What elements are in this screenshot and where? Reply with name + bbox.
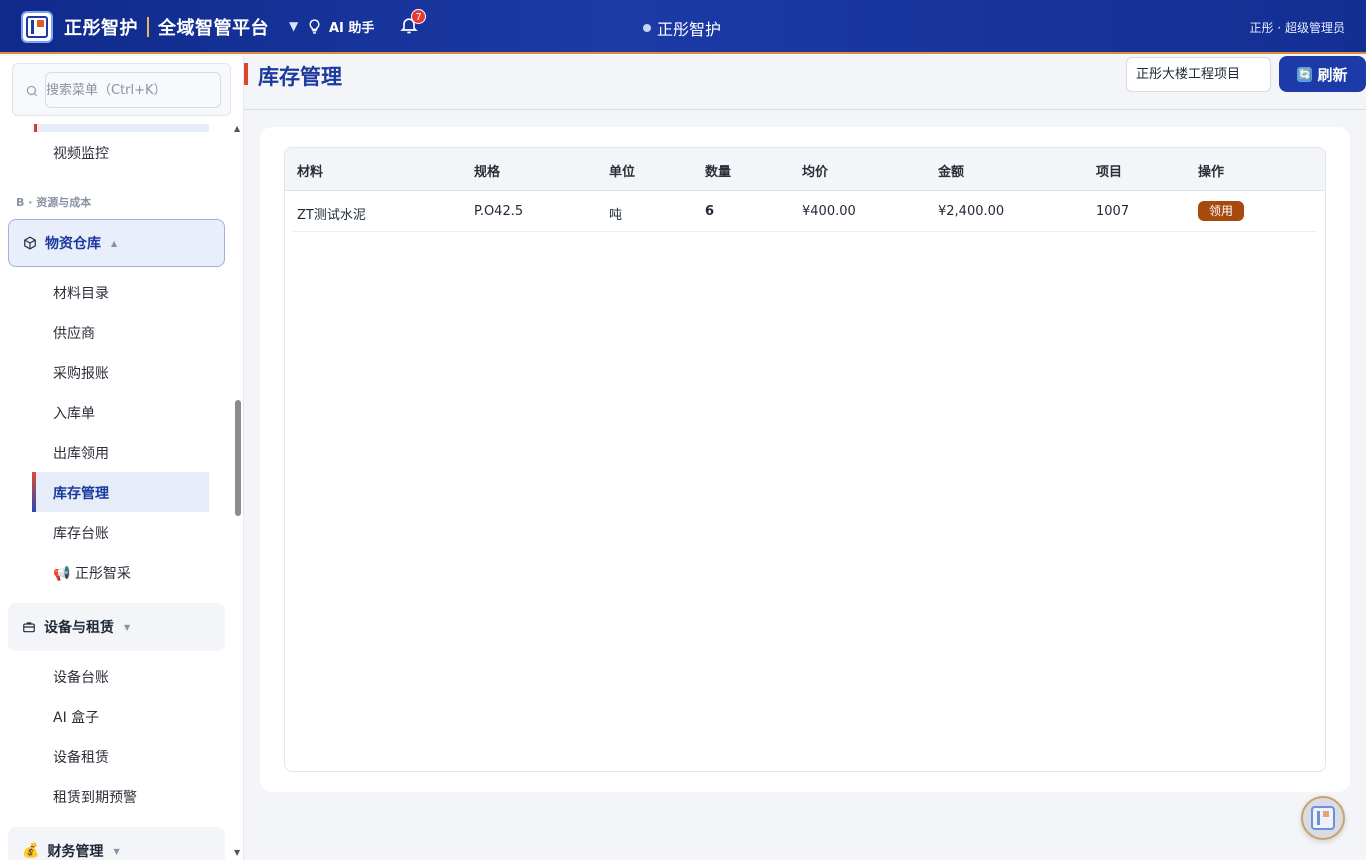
sidebar-item-partial[interactable] [34,124,209,132]
sidebar: 视频监控 B · 资源与成本 物资仓库 ▲ 材料目录 供应商 采购报账 入库单 … [0,56,244,860]
table-row[interactable]: ZT测试水泥 P.O42.5 吨 6 ¥400.00 ¥2,400.00 100… [293,191,1317,232]
inventory-card: 材料 规格 单位 数量 均价 金额 项目 操作 ZT测试水泥 P.O42.5 吨… [260,127,1350,792]
ai-assistant-button[interactable]: AI 助手 [306,17,374,36]
lightbulb-icon [309,19,320,34]
chevron-down-icon: ▼ [113,846,120,856]
sidebar-item-suppliers[interactable]: 供应商 [53,323,95,343]
brand-name: 正彤智护 [64,18,138,39]
group-label: 设备与租赁 [44,620,114,636]
sidebar-scrollbar[interactable]: ▲ ▼ [234,118,242,860]
ai-assistant-label: AI 助手 [329,21,375,36]
chevron-down-icon: ▼ [124,622,131,632]
scroll-up-icon[interactable]: ▲ [234,124,240,133]
column-header: 材料 [297,165,324,180]
inventory-table: 材料 规格 单位 数量 均价 金额 项目 操作 ZT测试水泥 P.O42.5 吨… [284,147,1326,772]
group-label: 财务管理 [47,844,104,860]
toolbox-icon [23,622,35,633]
sidebar-item-ai-box[interactable]: AI 盒子 [53,707,99,727]
scroll-down-icon[interactable]: ▼ [234,848,240,857]
cell-amount: ¥2,400.00 [938,204,1005,219]
cell-unit: 吨 [609,208,623,223]
chevron-up-icon: ▲ [111,238,118,248]
column-header: 均价 [802,165,829,180]
group-label: 物资仓库 [45,236,101,252]
sidebar-item-outbound[interactable]: 出库领用 [53,443,109,463]
user-label[interactable]: 正彤 · 超级管理员 [1250,19,1345,36]
cell-quantity: 6 [705,204,715,219]
sidebar-group-equipment[interactable]: 设备与租赁 ▼ [8,603,225,651]
table-header: 材料 规格 单位 数量 均价 金额 项目 操作 [285,148,1325,191]
box-icon [24,236,36,250]
search-input[interactable] [45,72,221,108]
column-header: 项目 [1096,165,1123,180]
scrollbar-thumb[interactable] [235,400,241,516]
cell-material: ZT测试水泥 [297,208,366,223]
column-header: 金额 [938,165,965,180]
sidebar-item-rental[interactable]: 设备租赁 [53,747,109,767]
column-header: 操作 [1198,165,1225,180]
requisition-button[interactable]: 领用 [1198,201,1245,221]
platform-name: 全域智管平台 [158,18,269,39]
notification-badge: 7 [411,9,426,24]
cell-avg-price: ¥400.00 [802,204,856,219]
logo-icon[interactable] [21,11,53,43]
project-select[interactable]: 正彤大楼工程项目 [1126,57,1271,92]
sidebar-group-finance[interactable]: 💰 财务管理 ▼ [8,827,225,860]
sidebar-item-video[interactable]: 视频监控 [53,143,109,163]
page-header: 库存管理 正彤大楼工程项目 🔄 刷新 [244,56,1366,110]
notification-bell[interactable]: 7 [399,9,426,37]
sidebar-item-equipment-ledger[interactable]: 设备台账 [53,667,109,687]
brand-divider [147,17,149,37]
sidebar-item-label: 库存管理 [53,486,109,502]
refresh-button[interactable]: 🔄 刷新 [1279,56,1366,92]
sidebar-item-purchase[interactable]: 采购报账 [53,363,109,383]
search-icon [26,85,38,97]
top-header: 正彤智护 全域智管平台 ▼ AI 助手 7 正彤智护 正彤 · 超级管理员 [0,0,1366,54]
column-header: 规格 [474,165,501,180]
money-bag-icon: 💰 [22,843,40,859]
sidebar-item-ledger[interactable]: 库存台账 [53,523,109,543]
refresh-label: 刷新 [1317,65,1348,84]
sidebar-group-warehouse[interactable]: 物资仓库 ▲ [8,219,225,267]
title-accent-bar [244,63,248,85]
section-label-resources: B · 资源与成本 [16,196,92,209]
brand-title: 正彤智护 全域智管平台 [64,14,269,40]
sidebar-item-materials[interactable]: 材料目录 [53,283,109,303]
center-title-text: 正彤智护 [657,20,722,39]
sidebar-item-inbound[interactable]: 入库单 [53,403,95,423]
search-box [12,63,231,116]
sidebar-item-rental-warning[interactable]: 租赁到期预警 [53,787,137,807]
refresh-icon: 🔄 [1297,66,1313,82]
column-header: 单位 [609,165,636,180]
sidebar-item-inventory[interactable]: 库存管理 [32,472,209,512]
page-title: 库存管理 [258,65,342,89]
cell-project: 1007 [1096,204,1130,219]
chevron-down-icon[interactable]: ▼ [289,19,298,33]
sidebar-item-procurement[interactable]: 📢 正彤智采 [53,563,131,583]
floating-assistant-button[interactable] [1301,796,1345,840]
cell-spec: P.O42.5 [474,204,524,219]
center-title: 正彤智护 [643,16,721,40]
status-dot-icon [643,24,651,32]
assistant-logo-icon [1311,806,1335,830]
column-header: 数量 [705,165,732,180]
